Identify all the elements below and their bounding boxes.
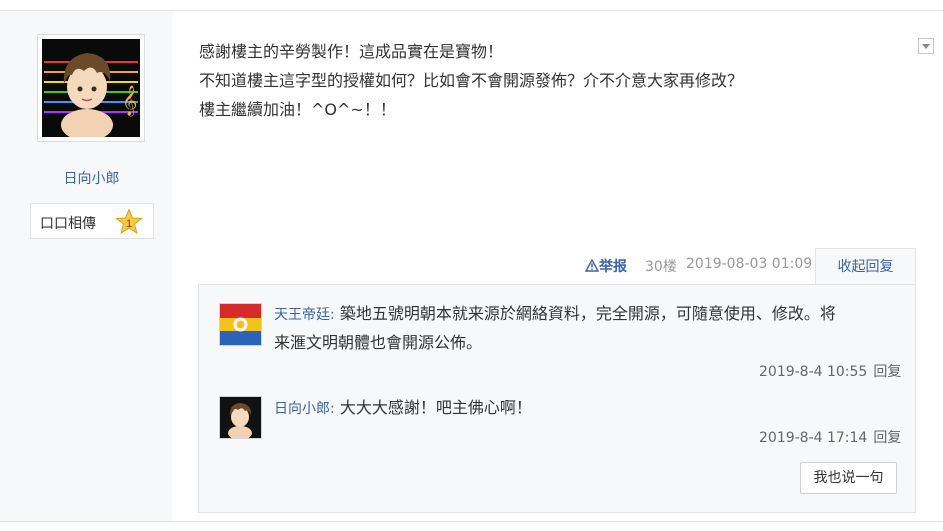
post-line: 樓主繼續加油！^O^~！！ xyxy=(199,100,396,119)
svg-text:1: 1 xyxy=(126,218,132,230)
reply-button[interactable]: 回复 xyxy=(873,430,901,446)
author-badge[interactable]: 口口相傳 1 xyxy=(30,203,154,239)
reply-meta: 2019-8-4 10:55 回复 xyxy=(759,361,901,381)
star-level-icon: 1 xyxy=(115,208,143,235)
reply-user[interactable]: 日向小郎 xyxy=(274,401,330,417)
reply-content: 天王帝廷: 築地五號明朝本就来源於網絡資料，完全開源，可隨意使用、修改。将 来滙… xyxy=(274,300,836,357)
reply-text: 大大大感謝！吧主佛心啊！ xyxy=(339,398,532,417)
report-label: 举报 xyxy=(599,259,627,275)
reply-user[interactable]: 天王帝廷 xyxy=(274,307,330,323)
post-menu-chevron-icon[interactable] xyxy=(918,38,934,54)
post-time: 2019-08-03 01:09 xyxy=(686,256,813,272)
bottom-divider xyxy=(0,521,943,522)
reply-button[interactable]: 回复 xyxy=(873,364,901,380)
reply-avatar[interactable] xyxy=(219,396,262,439)
reply-text-cont: 来滙文明朝體也會開源公佈。 xyxy=(274,333,483,352)
report-link[interactable]: 举报 xyxy=(584,256,627,276)
add-comment-button[interactable]: 我也说一句 xyxy=(800,462,897,494)
reply-avatar[interactable] xyxy=(219,303,262,346)
reply-time: 2019-8-4 10:55 xyxy=(759,364,868,380)
reply-text: 築地五號明朝本就来源於網絡資料，完全開源，可隨意使用、修改。将 xyxy=(339,304,836,323)
author-avatar[interactable]: 𝄞 xyxy=(37,34,145,142)
author-name[interactable]: 日向小郎 xyxy=(0,168,183,188)
reply-meta: 2019-8-4 17:14 回复 xyxy=(759,427,901,447)
reply-content: 日向小郎: 大大大感謝！吧主佛心啊！ xyxy=(274,398,532,417)
warning-icon xyxy=(584,258,600,272)
post-line: 感謝樓主的辛勞製作！這成品實在是寶物！ xyxy=(199,42,504,61)
reply-time: 2019-8-4 17:14 xyxy=(759,430,868,446)
floor-number: 30楼 xyxy=(645,259,677,275)
post-content: 感謝樓主的辛勞製作！這成品實在是寶物！ 不知道樓主這字型的授權如何？比如會不會開… xyxy=(199,37,743,124)
svg-text:𝄞: 𝄞 xyxy=(122,85,137,117)
badge-label: 口口相傳 xyxy=(40,216,96,232)
post-line: 不知道樓主這字型的授權如何？比如會不會開源發佈？介不介意大家再修改？ xyxy=(199,71,744,90)
collapse-replies-button[interactable]: 收起回复 xyxy=(815,248,916,285)
